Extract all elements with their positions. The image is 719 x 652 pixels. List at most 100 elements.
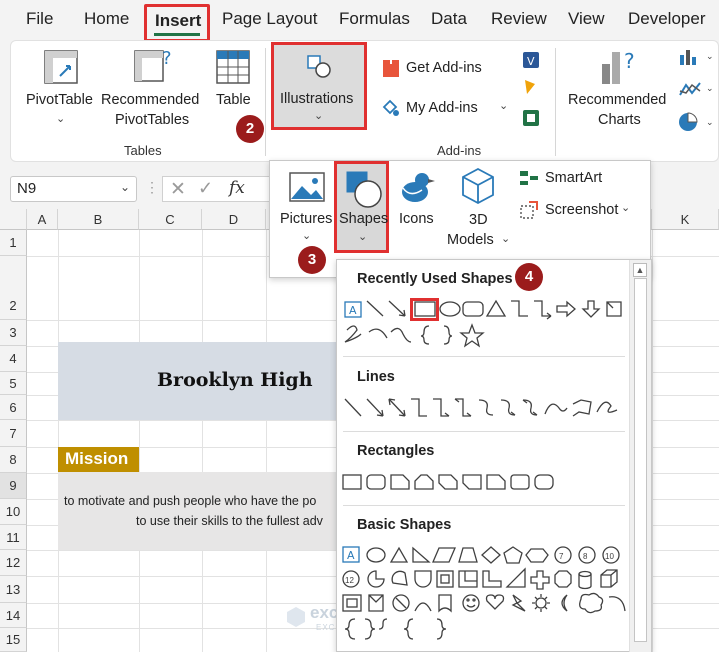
column-header-a[interactable]: A	[27, 209, 58, 230]
gallery-divider	[343, 505, 625, 506]
basic-shapes[interactable]: A 7 8 10 12	[341, 545, 631, 651]
recommended-pivottables-label-1: Recommended	[101, 92, 200, 108]
formula-controls: ✕ ✓ fx	[162, 176, 272, 202]
recommended-pivottables-label-2: PivotTables	[115, 112, 190, 128]
cancel-icon[interactable]: ✕	[170, 178, 186, 201]
pivottable-label: PivotTable	[26, 92, 93, 108]
screenshot-icon	[520, 201, 538, 219]
tab-data[interactable]: Data	[431, 9, 467, 29]
row-header-10[interactable]: 10	[0, 499, 27, 525]
illustrations-button[interactable]: Illustrations ⌄	[271, 42, 367, 130]
smartart-icon	[520, 171, 538, 185]
mission-text-line-2: to use their skills to the fullest adv	[136, 514, 323, 528]
row-header-9[interactable]: 9	[0, 473, 27, 499]
chevron-down-icon: ⌄	[302, 230, 312, 242]
row-header-15[interactable]: 15	[0, 628, 27, 652]
row-header-8[interactable]: 8	[0, 447, 27, 473]
my-addins-icon	[382, 99, 399, 116]
tab-formulas[interactable]: Formulas	[339, 9, 410, 29]
lines-heading: Lines	[357, 369, 395, 385]
recently-used-shapes[interactable]: A	[341, 298, 631, 348]
row-header-5[interactable]: 5	[0, 372, 27, 395]
recommended-charts-label-1: Recommended	[568, 92, 667, 108]
shapes-gallery: Recently Used Shapes A Lines Rectangles …	[336, 259, 652, 652]
svg-text:10: 10	[605, 552, 614, 561]
illustrations-icon	[307, 55, 331, 78]
row-header-3[interactable]: 3	[0, 320, 27, 346]
svg-text:?: ?	[162, 48, 172, 69]
drag-handle-icon[interactable]: ⋮	[145, 179, 159, 196]
column-header-k[interactable]: K	[652, 209, 719, 230]
chart-type-icons[interactable]: ⌄ ⌄ ⌄	[678, 47, 716, 137]
store-icon	[383, 60, 399, 77]
tab-insert-highlight[interactable]: Insert	[144, 4, 210, 42]
mission-label: Mission	[58, 447, 139, 472]
svg-text:7: 7	[559, 552, 564, 561]
row-header-14[interactable]: 14	[0, 603, 27, 628]
insert-function-button[interactable]: fx	[229, 178, 245, 198]
chevron-down-icon: ⌄	[499, 100, 509, 112]
select-all-corner[interactable]	[0, 209, 27, 230]
tab-file[interactable]: File	[26, 9, 53, 29]
recently-used-heading: Recently Used Shapes	[357, 271, 513, 287]
basic-shapes-heading: Basic Shapes	[357, 517, 452, 533]
column-header-d[interactable]: D	[202, 209, 266, 230]
rectangle-shape-highlight[interactable]	[410, 298, 439, 321]
scroll-thumb[interactable]	[634, 278, 647, 642]
ribbon-separator	[555, 48, 556, 156]
gallery-scrollbar[interactable]: ▲	[629, 260, 651, 652]
column-header-b[interactable]: B	[58, 209, 139, 230]
illustrations-label: Illustrations	[280, 91, 354, 107]
shapes-button[interactable]: Shapes ⌄	[334, 161, 389, 253]
row-header-12[interactable]: 12	[0, 550, 27, 576]
get-addins-label: Get Add-ins	[406, 60, 482, 76]
tab-view[interactable]: View	[568, 9, 605, 29]
chevron-down-icon[interactable]: ⌄	[120, 180, 130, 194]
row-header-1[interactable]: 1	[0, 230, 27, 256]
chevron-down-icon: ⌄	[501, 233, 511, 245]
pictures-icon	[289, 172, 325, 202]
row-header-13[interactable]: 13	[0, 576, 27, 603]
enter-icon[interactable]: ✓	[198, 178, 213, 199]
addin-app-icons: V	[523, 52, 539, 126]
chevron-down-icon: ⌄	[56, 113, 66, 125]
tables-group-label: Tables	[124, 143, 162, 158]
lines-shapes[interactable]	[341, 396, 631, 422]
row-header-11[interactable]: 11	[0, 525, 27, 550]
screenshot-label: Screenshot	[545, 202, 619, 218]
tab-insert[interactable]: Insert	[155, 11, 201, 31]
gallery-divider	[343, 431, 625, 432]
svg-text:A: A	[349, 304, 357, 317]
row-header-4[interactable]: 4	[0, 346, 27, 372]
active-tab-underline	[154, 33, 200, 36]
row-header-2[interactable]: 2	[0, 256, 27, 320]
rectangles-heading: Rectangles	[357, 443, 435, 459]
column-header-c[interactable]: C	[139, 209, 202, 230]
smartart-label: SmartArt	[545, 170, 603, 186]
3d-models-label-2: Models	[447, 232, 494, 248]
menu-tab-bar: File Home Insert Page Layout Formulas Da…	[0, 0, 719, 42]
step-marker-3: 3	[298, 246, 326, 274]
svg-text:⌄: ⌄	[706, 117, 714, 127]
ribbon-separator	[265, 48, 266, 156]
chevron-down-icon: ⌄	[621, 202, 631, 214]
shapes-icon	[346, 171, 382, 208]
row-header-6[interactable]: 6	[0, 395, 27, 420]
step-marker-4: 4	[515, 263, 543, 291]
table-label: Table	[216, 92, 251, 108]
row-header-7[interactable]: 7	[0, 420, 27, 447]
svg-text:8: 8	[583, 552, 588, 561]
chevron-down-icon: ⌄	[314, 110, 324, 122]
mission-band	[58, 472, 340, 550]
scroll-up-arrow-icon[interactable]: ▲	[633, 263, 647, 277]
name-box[interactable]: N9 ⌄	[10, 176, 137, 202]
svg-text:V: V	[527, 55, 535, 68]
rectangles-shapes[interactable]	[341, 472, 631, 494]
tab-developer[interactable]: Developer	[628, 9, 706, 29]
3d-models-label-1: 3D	[469, 212, 488, 228]
tab-home[interactable]: Home	[84, 9, 129, 29]
step-marker-2: 2	[236, 115, 264, 143]
tab-page-layout[interactable]: Page Layout	[222, 9, 317, 29]
my-addins-label: My Add-ins	[406, 100, 478, 116]
tab-review[interactable]: Review	[491, 9, 547, 29]
